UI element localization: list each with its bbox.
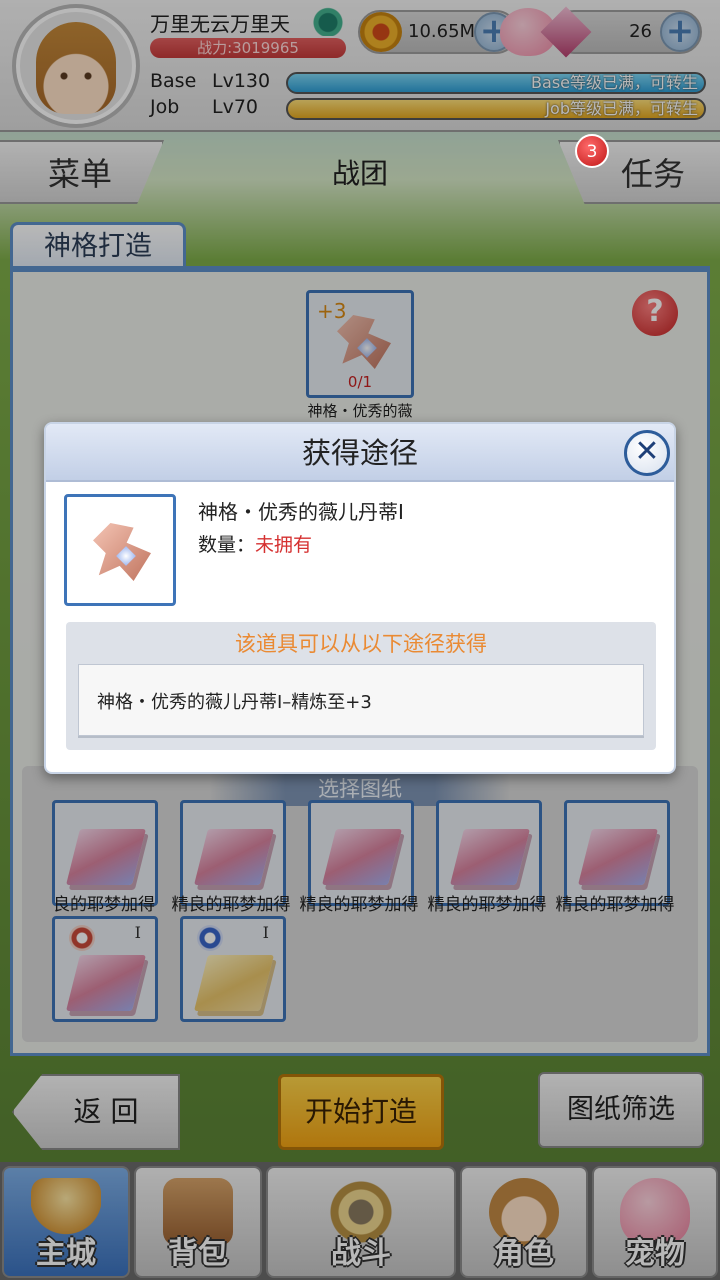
dialog-item-name: 神格・优秀的薇儿丹蒂I	[198, 500, 404, 524]
source-item[interactable]: 神格・优秀的薇儿丹蒂I–精炼至+3	[78, 664, 644, 736]
quantity-value: 未拥有	[255, 534, 313, 556]
quantity-label: 数量：	[198, 534, 256, 556]
source-heading: 该道具可以从以下途径获得	[235, 632, 487, 656]
dialog-title: 获得途径	[46, 424, 674, 482]
dialog-item-slot	[64, 494, 176, 606]
dialog-item-quantity: 数量：未拥有	[198, 530, 312, 557]
acquire-source-dialog: 获得途径 ✕ 神格・优秀的薇儿丹蒂I 数量：未拥有 该道具可以从以下途径获得 神…	[44, 422, 676, 774]
source-list: 该道具可以从以下途径获得 神格・优秀的薇儿丹蒂I–精炼至+3	[66, 622, 656, 750]
close-button[interactable]: ✕	[624, 430, 670, 476]
task-count-badge: 3	[575, 134, 609, 168]
close-icon: ✕	[634, 434, 660, 469]
